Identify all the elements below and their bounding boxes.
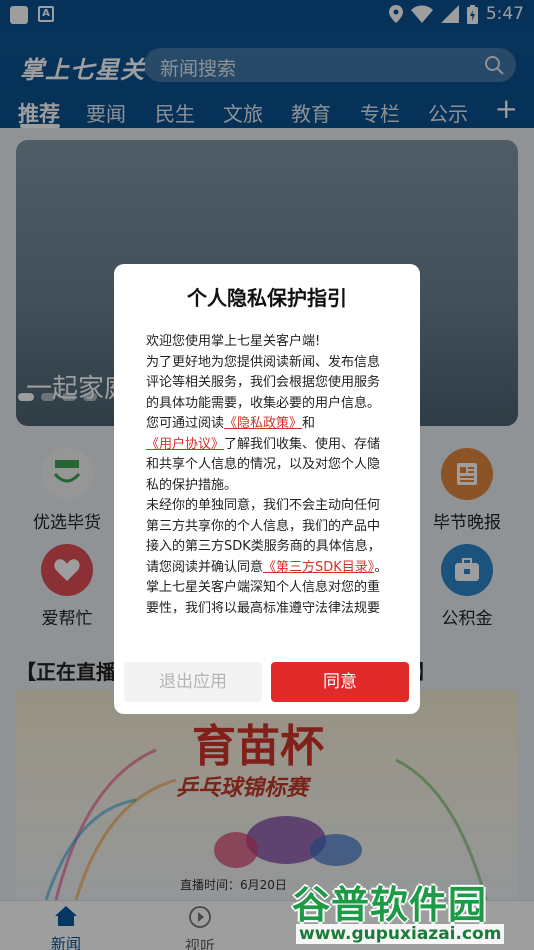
dialog-text: 和 xyxy=(302,416,316,431)
site-watermark: 谷普软件园 www.gupuxiazai.com xyxy=(292,874,534,950)
privacy-policy-link[interactable]: 《隐私政策》 xyxy=(224,416,302,431)
privacy-dialog: 个人隐私保护指引 欢迎您使用掌上七星关客户端! 为了更好地为您提供阅读新闻、发布… xyxy=(114,264,420,714)
agree-button[interactable]: 同意 xyxy=(271,662,409,702)
dialog-paragraph: 未经你的单独同意，我们不会主动向任何第三方共享你的个人信息，我们的产品中接入的第… xyxy=(146,496,390,578)
watermark-text: 谷普软件园 xyxy=(292,883,488,927)
third-party-sdk-link[interactable]: 《第三方SDK目录》 xyxy=(263,560,374,575)
dialog-title: 个人隐私保护指引 xyxy=(187,286,347,310)
dialog-paragraph: 欢迎您使用掌上七星关客户端! xyxy=(146,334,321,349)
dialog-text: 。 xyxy=(374,559,388,575)
dialog-paragraph: 为了更好地为您提供阅读新闻、发布信息评论等相关服务，我们会根据您使用服务的具体功… xyxy=(146,353,390,497)
dialog-body[interactable]: 欢迎您使用掌上七星关客户端! 为了更好地为您提供阅读新闻、发布信息评论等相关服务… xyxy=(146,332,390,632)
watermark-url: www.gupuxiazai.com xyxy=(296,924,505,944)
dialog-paragraph: 掌上七星关客户端深知个人信息对您的重要性，我们将以最高标准遵守法律法规要 xyxy=(146,580,381,616)
user-agreement-link[interactable]: 《用户协议》 xyxy=(146,437,224,452)
exit-app-button[interactable]: 退出应用 xyxy=(124,662,262,702)
